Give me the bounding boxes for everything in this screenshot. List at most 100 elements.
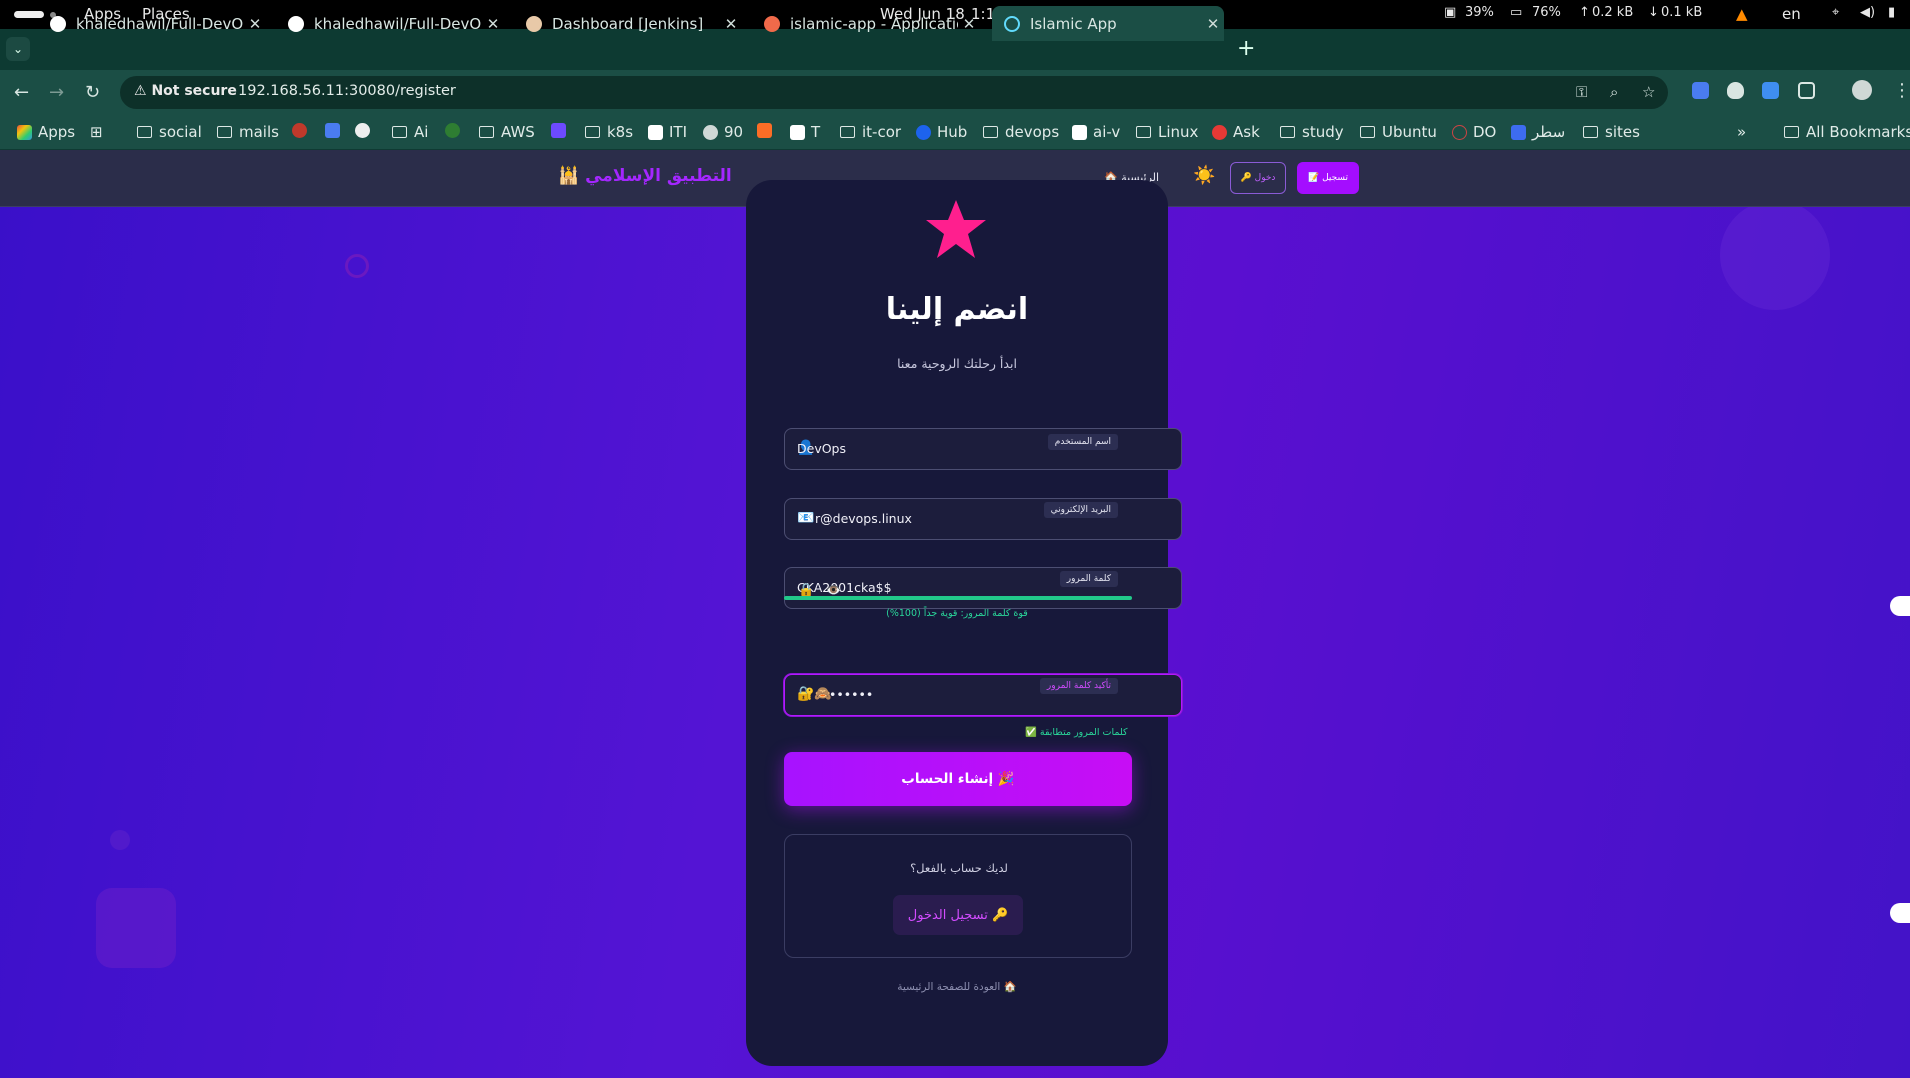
zoom-icon[interactable]: ⌕: [1610, 83, 1618, 101]
close-icon[interactable]: ✕: [1202, 15, 1224, 33]
trello-icon: [790, 124, 805, 140]
battery-icon[interactable]: ▮: [1888, 5, 1895, 20]
close-icon[interactable]: ✕: [244, 15, 266, 33]
username-field[interactable]: 👤 DevOps: [784, 428, 1182, 470]
close-icon[interactable]: ✕: [720, 15, 742, 33]
bookmark-folder-aws[interactable]: AWS: [479, 123, 535, 141]
username-value: DevOps: [797, 441, 846, 456]
omnibox[interactable]: ⚠ Not secure 192.168.56.11:30080/registe…: [120, 76, 1668, 109]
bookmark-gitlab[interactable]: [757, 123, 778, 138]
background-decoration: [110, 830, 130, 850]
bookmark-folder-k8s[interactable]: k8s: [585, 123, 633, 141]
forward-icon[interactable]: →: [49, 82, 64, 103]
new-tab-button[interactable]: +: [1237, 36, 1255, 61]
bookmark-satr[interactable]: سطر: [1511, 123, 1565, 141]
folder-icon: [1136, 126, 1151, 138]
satr-icon: [1511, 124, 1526, 140]
browser-tab-islamic-app[interactable]: Islamic App ✕: [992, 6, 1224, 41]
nav-register-button[interactable]: 📝 تسجيل: [1297, 162, 1359, 194]
translate-extension-icon[interactable]: [1692, 82, 1709, 99]
bookmark-folder-linux[interactable]: Linux: [1136, 123, 1198, 141]
bookmark-90[interactable]: 90: [703, 123, 743, 141]
bookmark-ask[interactable]: Ask: [1212, 123, 1260, 141]
not-secure-badge[interactable]: ⚠ Not secure: [134, 83, 237, 99]
web-page: 🕌 التطبيق الإسلامي 🏠 الرئيسية ☀️ 🔑 دخول …: [0, 150, 1910, 1078]
close-icon[interactable]: ✕: [482, 15, 504, 33]
close-icon[interactable]: ✕: [958, 15, 980, 33]
confirm-password-field[interactable]: 🔐🙈 ••••••: [784, 674, 1182, 716]
tab-label: Dashboard [Jenkins]: [552, 14, 704, 33]
cpu-icon: ▣: [1444, 5, 1457, 20]
side-widget-icon[interactable]: [1890, 596, 1910, 616]
theme-toggle-sun-icon[interactable]: ☀️: [1193, 165, 1215, 186]
bookmark-folder-social[interactable]: social: [137, 123, 202, 141]
bookmark-github[interactable]: [355, 123, 376, 138]
bookmark-ai-v[interactable]: ai-v: [1072, 123, 1120, 141]
github-icon: [50, 15, 66, 32]
confirm-password-value: ••••••: [829, 687, 874, 702]
reload-icon[interactable]: ↻: [85, 82, 100, 103]
app-brand[interactable]: 🕌 التطبيق الإسلامي: [558, 166, 732, 186]
username-label: اسم المستخدم: [1047, 434, 1118, 450]
bookmark-label: Linux: [1158, 123, 1199, 141]
bookmark-label: DO: [1473, 123, 1497, 141]
vlc-icon[interactable]: ▲: [1736, 5, 1748, 23]
volume-icon[interactable]: ◀): [1860, 5, 1875, 20]
key-icon[interactable]: ⚿: [1576, 83, 1587, 101]
all-bookmarks[interactable]: All Bookmarks: [1784, 123, 1910, 141]
tab-label: Islamic App: [1030, 14, 1117, 33]
bookmark-leaf[interactable]: [445, 123, 466, 138]
bookmark-folder-devops[interactable]: devops: [983, 123, 1059, 141]
bookmark-redhat[interactable]: [292, 123, 313, 138]
puzzle-icon[interactable]: [1798, 82, 1815, 99]
bookmark-label: All Bookmarks: [1806, 123, 1910, 141]
bookmark-star-icon[interactable]: ☆: [1642, 83, 1655, 101]
nav-login-button[interactable]: 🔑 دخول: [1230, 162, 1286, 194]
bookmark-hub[interactable]: Hub: [916, 123, 967, 141]
brand-title: التطبيق الإسلامي: [585, 166, 732, 186]
shield-extension-icon[interactable]: [1727, 82, 1744, 99]
tab-groups-icon[interactable]: ⊞: [90, 123, 103, 141]
bookmark-proton[interactable]: [551, 123, 572, 138]
have-account-box: لديك حساب بالفعل؟ تسجيل الدخول 🔑: [784, 834, 1132, 958]
bookmark-folder-ubuntu[interactable]: Ubuntu: [1360, 123, 1437, 141]
star-icon: [926, 200, 986, 258]
bookmark-label: mails: [239, 123, 279, 141]
network-icon[interactable]: ⌖: [1832, 5, 1839, 20]
bookmark-translate[interactable]: [325, 123, 346, 138]
browser-tab-jenkins[interactable]: Dashboard [Jenkins] ✕: [514, 6, 742, 41]
bookmarks-overflow-icon[interactable]: »: [1737, 123, 1746, 141]
url-text[interactable]: 192.168.56.11:30080/register: [238, 83, 456, 99]
tab-label: khaledhawil/Full-DevOps: [76, 14, 244, 33]
side-widget-icon[interactable]: [1890, 903, 1910, 923]
bookmark-iti[interactable]: ITI: [648, 123, 687, 141]
do-icon: [1452, 124, 1467, 140]
language-indicator[interactable]: en: [1782, 5, 1801, 23]
login-link-button[interactable]: تسجيل الدخول 🔑: [893, 895, 1023, 935]
eye-toggle-icon[interactable]: 👁️: [826, 583, 841, 597]
bookmark-folder-sites[interactable]: sites: [1583, 123, 1640, 141]
bookmark-t[interactable]: T: [790, 123, 820, 141]
extension-icon[interactable]: [1762, 82, 1779, 99]
bookmark-label: سطر: [1532, 123, 1566, 141]
back-home-link[interactable]: العودة للصفحة الرئيسية 🏠: [746, 980, 1168, 993]
bookmark-apps[interactable]: Apps: [17, 123, 75, 141]
browser-tab-github-1[interactable]: khaledhawil/Full-DevOps ✕: [38, 6, 266, 41]
bookmark-folder-ai[interactable]: Ai: [392, 123, 428, 141]
browser-tab-github-2[interactable]: khaledhawil/Full-DevOps ✕: [276, 6, 504, 41]
tab-label: islamic-app - Application: [790, 14, 958, 33]
back-icon[interactable]: ←: [14, 82, 29, 103]
profile-avatar[interactable]: [1852, 80, 1872, 100]
email-field[interactable]: 📧 r@devops.linux: [784, 498, 1182, 540]
bookmark-do[interactable]: DO: [1452, 123, 1496, 141]
bookmark-folder-mails[interactable]: mails: [217, 123, 279, 141]
browser-tab-argocd[interactable]: islamic-app - Application ✕: [752, 6, 980, 41]
bookmark-label: Ai: [414, 123, 429, 141]
tab-search-button[interactable]: ⌄: [6, 37, 30, 61]
email-icon: 📧: [797, 510, 815, 526]
bookmark-folder-it-cor[interactable]: it-cor: [840, 123, 901, 141]
bookmark-folder-study[interactable]: study: [1280, 123, 1344, 141]
password-field[interactable]: CKA2001cka$$: [784, 567, 1182, 609]
menu-kebab-icon[interactable]: ⋮: [1893, 80, 1910, 101]
create-account-button[interactable]: إنشاء الحساب 🎉: [784, 752, 1132, 806]
